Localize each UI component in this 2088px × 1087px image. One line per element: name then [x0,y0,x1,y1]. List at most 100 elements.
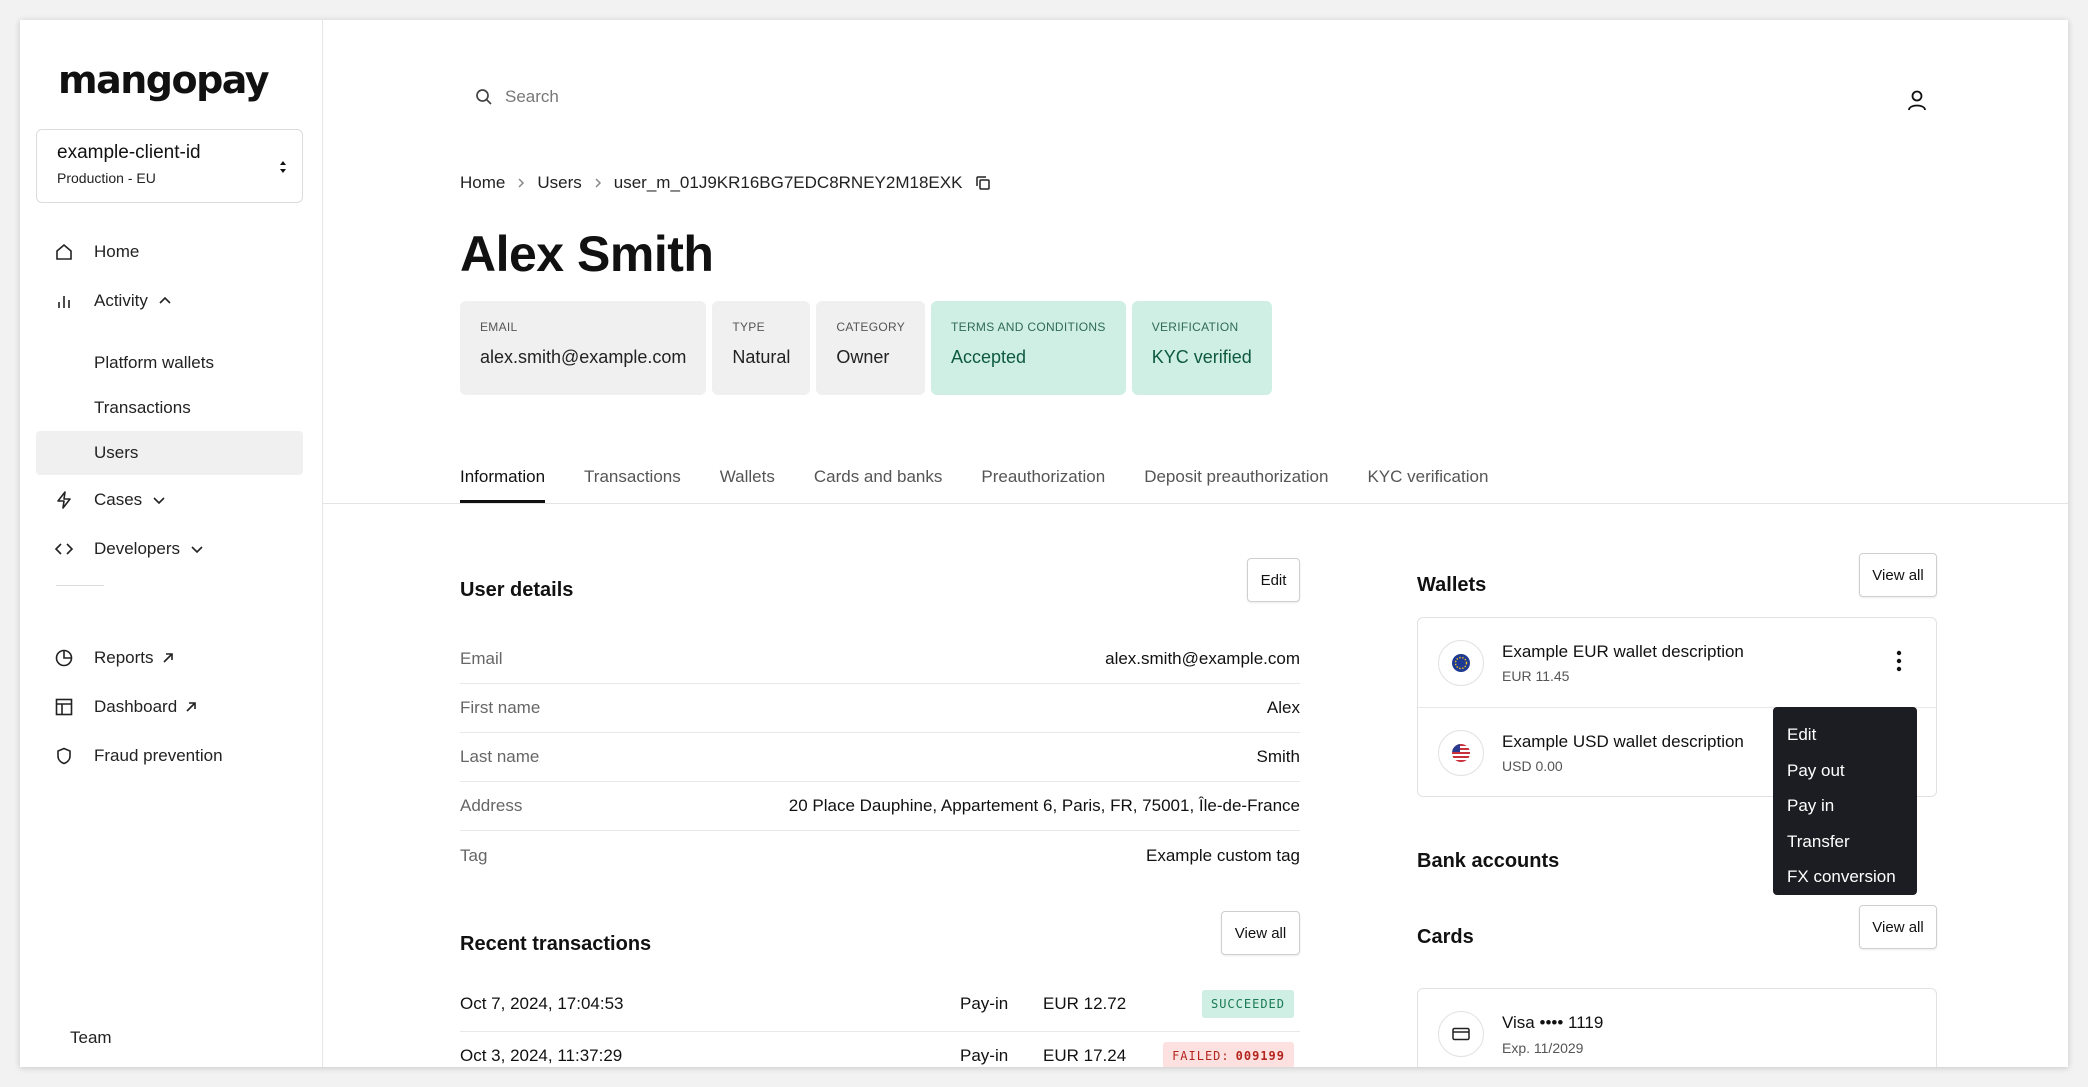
detail-value: 20 Place Dauphine, Appartement 6, Paris,… [788,796,1300,815]
status-text: SUCCEEDED [1210,997,1285,1011]
tab-transactions[interactable]: Transactions [584,467,681,503]
dashboard-icon [54,697,74,717]
detail-key: Tag [460,845,488,865]
sidebar-item-label: Transactions [94,398,191,417]
user-account-icon[interactable] [1903,87,1931,115]
chip-value: Natural [732,347,791,367]
chevron-up-icon [158,294,172,308]
sidebar-item-label: Developers [94,539,180,558]
credit-card-icon [1438,1011,1484,1057]
sidebar-team-link[interactable]: Team [70,1028,112,1048]
lightning-icon [54,490,74,510]
chip-label: TYPE [732,320,765,334]
sidebar: mangopay example-client-id Production - … [20,20,323,1067]
eu-flag-icon [1438,640,1484,686]
sidebar-item-dashboard[interactable]: Dashboard [36,685,303,729]
cards-list: Visa •••• 1119 Exp. 11/2029 [1417,988,1937,1067]
pie-chart-icon [54,648,74,668]
tab-cards-and-banks[interactable]: Cards and banks [814,467,943,503]
home-icon [54,242,74,262]
sidebar-item-users[interactable]: Users [36,431,303,475]
detail-row-tag: Tag Example custom tag [460,831,1300,880]
sidebar-item-activity[interactable]: Activity [36,279,303,323]
tx-date: Oct 3, 2024, 11:37:29 [460,1046,623,1065]
menu-item-fx-conversion[interactable]: FX conversion [1773,859,1917,895]
sidebar-divider [56,585,104,586]
sidebar-item-label: Platform wallets [94,353,214,372]
tx-type: Pay-in [960,1046,1009,1065]
chip-verification: VERIFICATION KYC verified [1131,301,1272,395]
tab-kyc-verification[interactable]: KYC verification [1367,467,1488,503]
list-item[interactable]: Example EUR wallet description EUR 11.45 [1418,618,1936,707]
view-all-cards-button[interactable]: View all [1859,905,1937,949]
sidebar-item-cases[interactable]: Cases [36,478,303,522]
client-environment: Production - EU [57,170,156,186]
sidebar-item-label: Fraud prevention [94,746,223,765]
chip-label: VERIFICATION [1151,320,1239,334]
mangopay-logo[interactable]: mangopay [58,58,270,102]
chip-terms: TERMS AND CONDITIONS Accepted [931,301,1126,395]
search-bar[interactable]: Search [475,87,559,107]
sidebar-item-transactions[interactable]: Transactions [36,386,303,430]
edit-user-button[interactable]: Edit [1247,558,1300,602]
sidebar-item-reports[interactable]: Reports [36,636,303,680]
menu-item-pay-out[interactable]: Pay out [1773,753,1917,789]
tabs-divider [323,503,2068,504]
sidebar-item-fraud-prevention[interactable]: Fraud prevention [36,734,303,778]
more-options-icon[interactable] [1896,650,1902,672]
sidebar-item-home[interactable]: Home [36,230,303,274]
detail-key: Address [460,796,523,815]
chip-value: KYC verified [1151,347,1252,367]
detail-key: Email [460,649,503,668]
sidebar-item-platform-wallets[interactable]: Platform wallets [36,341,303,385]
tab-deposit-preauthorization[interactable]: Deposit preauthorization [1144,467,1328,503]
menu-item-transfer[interactable]: Transfer [1773,824,1917,860]
tab-preauthorization[interactable]: Preauthorization [981,467,1105,503]
sidebar-item-label: Cases [94,490,143,509]
menu-item-pay-in[interactable]: Pay in [1773,788,1917,824]
chip-value: alex.smith@example.com [480,347,687,367]
view-all-wallets-button[interactable]: View all [1859,553,1937,597]
chevron-right-icon [517,177,525,189]
status-code: 009199 [1235,1049,1285,1063]
sidebar-item-label: Activity [94,291,148,310]
wallet-balance: EUR 11.45 [1502,668,1570,684]
menu-item-edit[interactable]: Edit [1773,717,1917,753]
chip-category: CATEGORY Owner [816,301,926,395]
detail-key: First name [460,698,541,717]
tab-wallets[interactable]: Wallets [720,467,775,503]
breadcrumb-home[interactable]: Home [460,173,505,193]
search-input[interactable]: Search [505,87,559,107]
detail-key: Last name [460,747,540,766]
search-icon [475,88,493,106]
wallet-actions-menu: Edit Pay out Pay in Transfer FX conversi… [1773,707,1917,895]
cards-title: Cards [1417,926,1474,948]
tx-amount: EUR 12.72 [1043,994,1127,1013]
chevron-down-icon [190,542,204,556]
external-link-icon [162,652,174,664]
chip-label: CATEGORY [836,320,906,334]
view-all-transactions-button[interactable]: View all [1221,911,1300,955]
breadcrumb: Home Users user_m_01J9KR16BG7EDC8RNEY2M1… [460,173,992,193]
wallet-balance: USD 0.00 [1502,758,1563,774]
chip-value: Accepted [951,347,1027,367]
shield-icon [54,746,74,766]
sidebar-item-label: Home [94,242,140,261]
detail-row-email: Email alex.smith@example.com [460,635,1300,684]
tab-information[interactable]: Information [460,467,546,503]
detail-row-address: Address 20 Place Dauphine, Appartement 6… [460,782,1300,831]
chevron-right-icon [594,177,602,189]
wallet-description: Example EUR wallet description [1502,642,1744,661]
copy-icon[interactable] [974,174,992,192]
client-selector[interactable]: example-client-id Production - EU [36,129,303,203]
tx-amount: EUR 17.24 [1043,1046,1127,1065]
table-row[interactable]: Oct 7, 2024, 17:04:53 Pay-in EUR 12.72 S… [460,980,1300,1032]
detail-value: Alex [1266,698,1300,717]
page-title: Alex Smith [460,226,714,282]
breadcrumb-users[interactable]: Users [537,173,581,193]
sidebar-item-developers[interactable]: Developers [36,527,303,571]
recent-transactions-title: Recent transactions [460,933,652,955]
card-expiry: Exp. 11/2029 [1502,1040,1584,1056]
table-row[interactable]: Oct 3, 2024, 11:37:29 Pay-in EUR 17.24 F… [460,1032,1300,1067]
chip-label: TERMS AND CONDITIONS [951,320,1106,334]
